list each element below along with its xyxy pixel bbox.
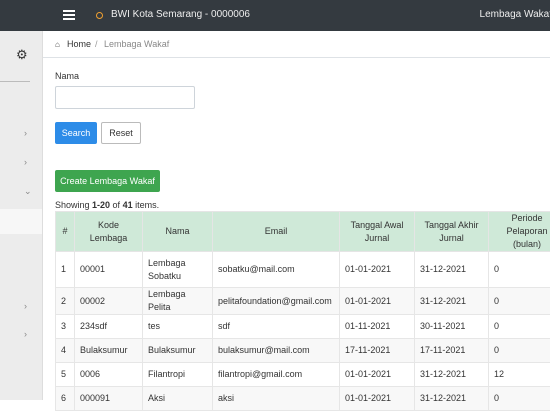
sidebar-divider <box>0 81 30 82</box>
chevron-right-icon[interactable]: › <box>24 157 27 167</box>
sidebar-item-active[interactable] <box>0 209 42 234</box>
cell-email: filantropi@gmail.com <box>213 363 340 387</box>
cell-tanggal-awal: 01-01-2021 <box>340 252 415 288</box>
cell-nama: Lembaga Pelita <box>143 288 213 315</box>
cell-tanggal-awal: 17-11-2021 <box>340 339 415 363</box>
cell-nama: tes <box>143 315 213 339</box>
lembaga-table: # Kode Lembaga Nama Email Tanggal Awal J… <box>55 211 550 411</box>
cell-tanggal-awal: 01-11-2021 <box>340 315 415 339</box>
user-menu[interactable]: Lembaga Wakaf <box>480 9 550 20</box>
cell-periode: 0 <box>489 252 550 288</box>
cell-email: bulaksumur@mail.com <box>213 339 340 363</box>
cell-number: 5 <box>56 363 75 387</box>
home-icon: ⌂ <box>55 40 60 49</box>
cell-tanggal-akhir: 31-12-2021 <box>415 288 489 315</box>
search-button[interactable]: Search <box>55 122 97 144</box>
nama-label: Nama <box>55 71 79 81</box>
hamburger-icon[interactable] <box>63 10 75 20</box>
chevron-down-icon[interactable]: ⌄ <box>24 186 32 197</box>
cell-tanggal-akhir: 30-11-2021 <box>415 315 489 339</box>
cell-tanggal-awal: 01-01-2021 <box>340 387 415 411</box>
reset-button[interactable]: Reset <box>101 122 141 144</box>
cell-email: sdf <box>213 315 340 339</box>
column-header-nama[interactable]: Nama <box>143 212 213 252</box>
cell-kode: Bulaksumur <box>75 339 143 363</box>
cell-periode: 0 <box>489 387 550 411</box>
cell-email: aksi <box>213 387 340 411</box>
cell-tanggal-akhir: 31-12-2021 <box>415 363 489 387</box>
column-header-tanggal-awal[interactable]: Tanggal Awal Jurnal <box>340 212 415 252</box>
cell-email: sobatku@mail.com <box>213 252 340 288</box>
breadcrumb-separator: / <box>95 39 98 49</box>
table-row: 3 234sdf tes sdf 01-11-2021 30-11-2021 0 <box>56 315 550 339</box>
table-row: 1 00001 Lembaga Sobatku sobatku@mail.com… <box>56 252 550 288</box>
table-header-row: # Kode Lembaga Nama Email Tanggal Awal J… <box>56 212 550 252</box>
table-row: 6 000091 Aksi aksi 01-01-2021 31-12-2021… <box>56 387 550 411</box>
cell-email: pelitafoundation@gmail.com <box>213 288 340 315</box>
table-row: 2 00002 Lembaga Pelita pelitafoundation@… <box>56 288 550 315</box>
cell-kode: 000091 <box>75 387 143 411</box>
breadcrumb: ⌂ Home / Lembaga Wakaf <box>43 31 550 58</box>
gear-icon[interactable]: ⚙ <box>16 47 28 63</box>
nama-input[interactable] <box>55 86 195 109</box>
cell-tanggal-akhir: 31-12-2021 <box>415 387 489 411</box>
cell-number: 1 <box>56 252 75 288</box>
breadcrumb-current: Lembaga Wakaf <box>104 39 169 49</box>
sidebar: ⚙ › › ⌄ › › <box>0 31 43 400</box>
table-row: 5 0006 Filantropi filantropi@gmail.com 0… <box>56 363 550 387</box>
column-header-number[interactable]: # <box>56 212 75 252</box>
cell-number: 2 <box>56 288 75 315</box>
create-lembaga-wakaf-button[interactable]: Create Lembaga Wakaf <box>55 170 160 192</box>
top-navbar: BWI Kota Semarang - 0000006 Lembaga Waka… <box>0 0 550 31</box>
status-dot-icon <box>96 12 103 19</box>
app-title: BWI Kota Semarang - 0000006 <box>111 9 250 20</box>
breadcrumb-home-link[interactable]: Home <box>67 39 91 49</box>
cell-number: 3 <box>56 315 75 339</box>
chevron-right-icon[interactable]: › <box>24 301 27 311</box>
cell-nama: Lembaga Sobatku <box>143 252 213 288</box>
cell-periode: 0 <box>489 339 550 363</box>
cell-kode: 0006 <box>75 363 143 387</box>
cell-nama: Filantropi <box>143 363 213 387</box>
cell-periode: 0 <box>489 315 550 339</box>
cell-number: 4 <box>56 339 75 363</box>
column-header-periode[interactable]: Periode Pelaporan (bulan) <box>489 212 550 252</box>
chevron-right-icon[interactable]: › <box>24 329 27 339</box>
cell-tanggal-akhir: 31-12-2021 <box>415 252 489 288</box>
cell-periode: 0 <box>489 288 550 315</box>
cell-kode: 00001 <box>75 252 143 288</box>
column-header-kode-lembaga[interactable]: Kode Lembaga <box>75 212 143 252</box>
cell-nama: Bulaksumur <box>143 339 213 363</box>
cell-tanggal-awal: 01-01-2021 <box>340 363 415 387</box>
cell-tanggal-awal: 01-01-2021 <box>340 288 415 315</box>
column-header-email[interactable]: Email <box>213 212 340 252</box>
column-header-tanggal-akhir[interactable]: Tanggal Akhir Jurnal <box>415 212 489 252</box>
summary-text: Showing 1-20 of 41 items. <box>55 200 159 210</box>
cell-kode: 234sdf <box>75 315 143 339</box>
cell-tanggal-akhir: 17-11-2021 <box>415 339 489 363</box>
chevron-right-icon[interactable]: › <box>24 128 27 138</box>
cell-nama: Aksi <box>143 387 213 411</box>
cell-periode: 12 <box>489 363 550 387</box>
table-row: 4 Bulaksumur Bulaksumur bulaksumur@mail.… <box>56 339 550 363</box>
cell-number: 6 <box>56 387 75 411</box>
cell-kode: 00002 <box>75 288 143 315</box>
